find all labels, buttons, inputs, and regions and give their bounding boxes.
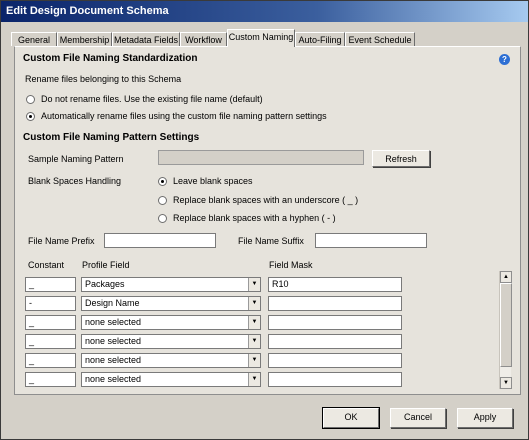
pattern-settings-title: Custom File Naming Pattern Settings: [23, 132, 200, 143]
leave-blank-label: Leave blank spaces: [173, 176, 253, 186]
constant-input[interactable]: _: [25, 353, 76, 368]
field-mask-input[interactable]: [268, 315, 402, 330]
title-bar: Edit Design Document Schema: [1, 1, 528, 22]
scroll-thumb[interactable]: [500, 283, 512, 367]
no-rename-label: Do not rename files. Use the existing fi…: [41, 94, 263, 104]
profile-field-value: none selected: [85, 336, 142, 346]
profile-field-select[interactable]: none selected ▼: [81, 353, 261, 368]
blank-spaces-label: Blank Spaces Handling: [28, 176, 122, 186]
ok-button[interactable]: OK: [322, 407, 380, 429]
custom-naming-panel: Custom File Naming Standardization ? Ren…: [14, 46, 521, 395]
constant-input[interactable]: _: [25, 277, 76, 292]
window-title: Edit Design Document Schema: [6, 5, 169, 17]
scroll-down-icon[interactable]: ▼: [500, 377, 512, 389]
sample-pattern-label: Sample Naming Pattern: [28, 154, 124, 164]
prefix-input[interactable]: [104, 233, 216, 248]
chevron-down-icon[interactable]: ▼: [248, 297, 260, 310]
field-mask-input[interactable]: [268, 296, 402, 311]
prefix-label: File Name Prefix: [28, 236, 95, 246]
hyphen-radio[interactable]: [158, 214, 167, 223]
field-mask-input[interactable]: [268, 353, 402, 368]
standardization-title: Custom File Naming Standardization: [23, 53, 198, 64]
auto-rename-radio[interactable]: [26, 112, 35, 121]
field-mask-input[interactable]: [268, 372, 402, 387]
profile-field-value: none selected: [85, 355, 142, 365]
sample-pattern-field: [158, 150, 364, 165]
no-rename-radio[interactable]: [26, 95, 35, 104]
table-scrollbar[interactable]: ▲ ▼: [499, 271, 512, 389]
rename-label: Rename files belonging to this Schema: [25, 74, 182, 84]
profile-field-value: none selected: [85, 317, 142, 327]
apply-button[interactable]: Apply: [457, 408, 513, 428]
refresh-button[interactable]: Refresh: [372, 150, 430, 167]
cancel-button[interactable]: Cancel: [390, 408, 446, 428]
profile-field-value: Design Name: [85, 298, 140, 308]
suffix-input[interactable]: [315, 233, 427, 248]
scroll-up-icon[interactable]: ▲: [500, 271, 512, 283]
tab-event-schedule[interactable]: Event Schedule: [345, 32, 415, 46]
profile-field-header: Profile Field: [82, 260, 130, 270]
leave-blank-radio[interactable]: [158, 177, 167, 186]
profile-field-value: none selected: [85, 374, 142, 384]
tab-membership[interactable]: Membership: [57, 32, 112, 46]
underscore-label: Replace blank spaces with an underscore …: [173, 195, 359, 205]
suffix-label: File Name Suffix: [238, 236, 304, 246]
auto-rename-label: Automatically rename files using the cus…: [41, 111, 327, 121]
hyphen-label: Replace blank spaces with a hyphen ( - ): [173, 213, 336, 223]
chevron-down-icon[interactable]: ▼: [248, 354, 260, 367]
profile-field-select[interactable]: none selected ▼: [81, 334, 261, 349]
edit-schema-dialog: Edit Design Document Schema General Memb…: [0, 0, 529, 440]
help-icon[interactable]: ?: [499, 54, 510, 65]
field-mask-input[interactable]: [268, 334, 402, 349]
chevron-down-icon[interactable]: ▼: [248, 335, 260, 348]
chevron-down-icon[interactable]: ▼: [248, 316, 260, 329]
profile-field-select[interactable]: Packages ▼: [81, 277, 261, 292]
tab-general[interactable]: General: [11, 32, 57, 46]
constant-input[interactable]: _: [25, 372, 76, 387]
underscore-radio[interactable]: [158, 196, 167, 205]
profile-field-select[interactable]: Design Name ▼: [81, 296, 261, 311]
profile-field-select[interactable]: none selected ▼: [81, 372, 261, 387]
profile-field-select[interactable]: none selected ▼: [81, 315, 261, 330]
tab-workflow[interactable]: Workflow: [180, 32, 227, 46]
tab-custom-naming[interactable]: Custom Naming: [227, 29, 295, 47]
chevron-down-icon[interactable]: ▼: [248, 373, 260, 386]
tab-auto-filing[interactable]: Auto-Filing: [295, 32, 345, 46]
constant-input[interactable]: _: [25, 334, 76, 349]
constant-input[interactable]: -: [25, 296, 76, 311]
field-mask-input[interactable]: R10: [268, 277, 402, 292]
constant-input[interactable]: _: [25, 315, 76, 330]
tab-metadata-fields[interactable]: Metadata Fields: [112, 32, 180, 46]
constant-header: Constant: [28, 260, 65, 270]
chevron-down-icon[interactable]: ▼: [248, 278, 260, 291]
field-mask-header: Field Mask: [269, 260, 313, 270]
profile-field-value: Packages: [85, 279, 125, 289]
